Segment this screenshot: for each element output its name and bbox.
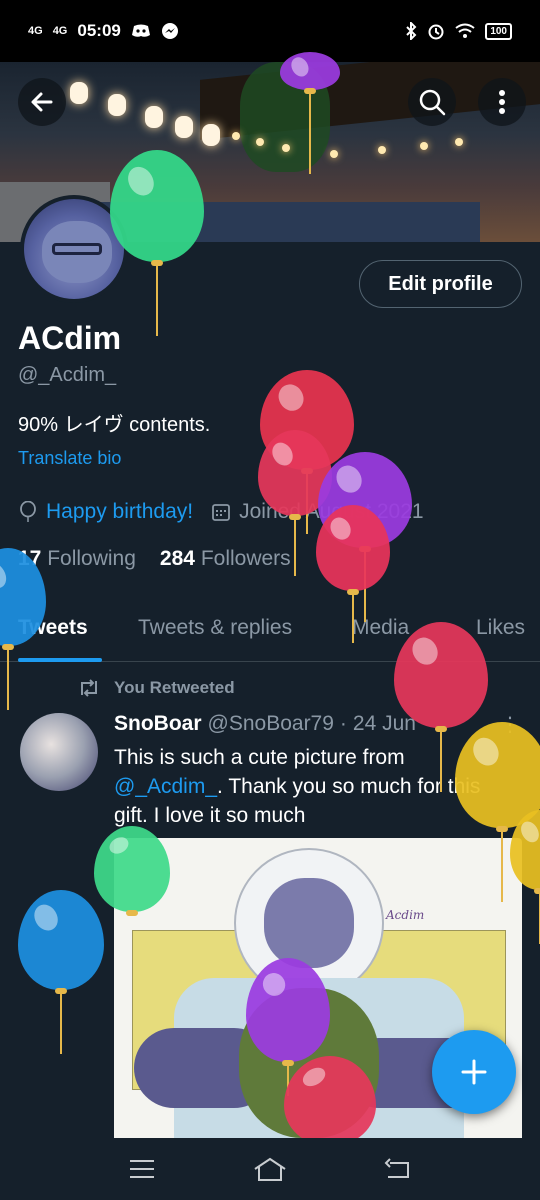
retweet-label: You Retweeted	[114, 678, 235, 697]
tweet-separator: ·	[339, 712, 347, 735]
tweet-mention-link[interactable]: @_Acdim_	[114, 775, 217, 798]
menu-icon[interactable]	[128, 1158, 156, 1180]
user-handle: @_Acdim_	[18, 364, 117, 386]
search-icon	[419, 89, 446, 116]
search-button[interactable]	[408, 78, 456, 126]
profile-bio: 90% レイヴ contents.	[18, 414, 211, 436]
balloon-icon	[280, 52, 340, 178]
tweet-author-name[interactable]: SnoBoar	[114, 712, 202, 736]
edit-profile-button[interactable]: Edit profile	[359, 260, 522, 308]
tab-tweets-replies[interactable]: Tweets & replies	[138, 616, 292, 640]
calendar-icon	[212, 504, 230, 521]
tweet-author-handle[interactable]: @SnoBoar79	[208, 712, 334, 736]
tweet-author-avatar[interactable]	[20, 713, 98, 791]
balloon-icon	[510, 810, 540, 948]
balloon-icon	[20, 501, 36, 522]
signal-icon-2: 4G	[52, 25, 68, 37]
plus-icon	[461, 1059, 487, 1085]
battery-icon: 100	[485, 22, 512, 40]
messenger-icon	[161, 23, 178, 39]
arrow-left-icon	[31, 92, 53, 112]
more-options-button[interactable]	[478, 78, 526, 126]
followers-count: 284	[159, 547, 195, 570]
back-nav-icon[interactable]	[384, 1157, 412, 1181]
image-signature: Acdim	[386, 908, 425, 922]
birthday-link[interactable]: Happy birthday!	[46, 500, 193, 524]
display-name: ACdim	[18, 320, 122, 356]
retweet-icon	[81, 679, 97, 697]
bluetooth-icon	[406, 22, 417, 40]
retweet-context: You Retweeted	[78, 678, 235, 698]
more-vertical-icon	[499, 90, 505, 114]
back-button[interactable]	[18, 78, 66, 126]
signal-icon-1: 4G	[28, 25, 43, 37]
status-bar: 4G 4G 05:09 100	[0, 0, 540, 62]
following-label: Following	[47, 547, 136, 570]
translate-bio-link[interactable]: Translate bio	[18, 448, 121, 469]
home-icon[interactable]	[252, 1156, 288, 1182]
alarm-icon	[428, 24, 444, 40]
tweet-text-part1: This is such a cute picture from	[114, 746, 405, 769]
balloon-icon	[110, 150, 204, 340]
wifi-icon	[455, 23, 475, 38]
system-navigation-bar	[0, 1138, 540, 1200]
clock: 05:09	[77, 21, 121, 40]
balloon-icon	[316, 505, 390, 647]
balloon-icon	[0, 548, 46, 714]
discord-icon	[131, 24, 150, 37]
compose-tweet-button[interactable]	[432, 1030, 516, 1114]
follow-stats: 17 Following 284 Followers	[18, 547, 291, 571]
tweet-header: SnoBoar @SnoBoar79 · 24 Jun	[114, 712, 416, 736]
balloon-icon	[94, 826, 170, 920]
balloon-icon	[18, 890, 104, 1058]
